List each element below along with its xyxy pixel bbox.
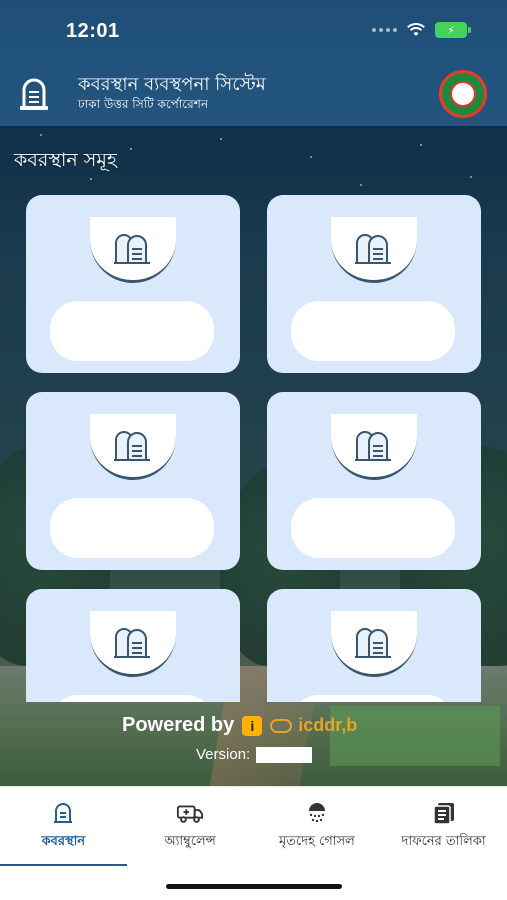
status-icons: ⚡ [372,22,471,38]
info-badge-icon: i [242,715,263,736]
graveyard-icon [90,414,176,480]
city-corporation-seal-icon [439,70,487,118]
graveyard-card[interactable] [26,589,240,702]
graveyard-card[interactable] [26,195,240,373]
section-title: কবরস্থান সমূহ [14,149,117,171]
version-label: Version: [196,746,251,763]
version-value [256,746,313,763]
status-bar: 12:01 ⚡ [0,0,507,62]
nav-item-body-wash[interactable]: মৃতদেহ গোসল [254,787,381,866]
top-header: 12:01 ⚡ কবরস্থান ব্যবস্থপনা সিস্টেম ঢাকা… [0,0,507,126]
partner-logo: icddr,b [270,715,357,736]
version-info: Version: [196,746,313,763]
tombstone-icon [20,78,48,110]
nav-label: মৃতদেহ গোসল [278,834,355,849]
wifi-icon [407,23,425,36]
nav-label: দাফনের তালিকা [401,834,486,849]
graveyard-icon [331,611,417,677]
nav-label: অ্যাম্বুলেন্স [164,834,216,849]
graveyard-card[interactable] [267,392,481,570]
list-icon [430,800,458,826]
partner-name: icddr,b [298,715,358,735]
graveyard-card[interactable] [26,392,240,570]
nav-item-ambulance[interactable]: অ্যাম্বুলেন্স [127,787,254,866]
home-indicator [166,884,342,889]
battery-icon: ⚡ [435,22,471,38]
signal-icon [372,28,397,32]
status-time: 12:01 [66,20,120,42]
bottom-navigation: কবরস্থান অ্যাম্বুলেন্স মৃতদেহ গোসল দাফনে… [0,786,507,866]
graveyard-icon [90,217,176,283]
nav-label: কবরস্থান [41,834,86,849]
graveyard-name [291,695,455,702]
graveyard-background: কবরস্থান সমূহ Powered by i icddr,b Versi… [0,126,507,786]
graveyard-name [50,301,214,361]
graveyard-name [50,498,214,558]
graveyard-card[interactable] [267,589,481,702]
graveyard-name [50,695,214,702]
powered-by: Powered by i icddr,b [122,714,357,737]
graveyard-name [291,498,455,558]
app-bar: কবরস্থান ব্যবস্থপনা সিস্টেম ঢাকা উত্তর স… [0,62,507,126]
ambulance-icon [176,800,204,826]
graveyard-icon [331,217,417,283]
graveyard-icon [90,611,176,677]
graveyard-grid [0,192,507,702]
partner-hands-icon [270,718,293,733]
shower-icon [303,800,331,826]
powered-by-label: Powered by [122,714,235,736]
graveyard-icon [331,414,417,480]
nav-item-graveyard[interactable]: কবরস্থান [0,787,127,866]
app-subtitle: ঢাকা উত্তর সিটি কর্পোরেশন [78,97,208,111]
tombstone-icon [49,800,77,826]
graveyard-name [291,301,455,361]
graveyard-card[interactable] [267,195,481,373]
nav-item-burial-list[interactable]: দাফনের তালিকা [380,787,507,866]
